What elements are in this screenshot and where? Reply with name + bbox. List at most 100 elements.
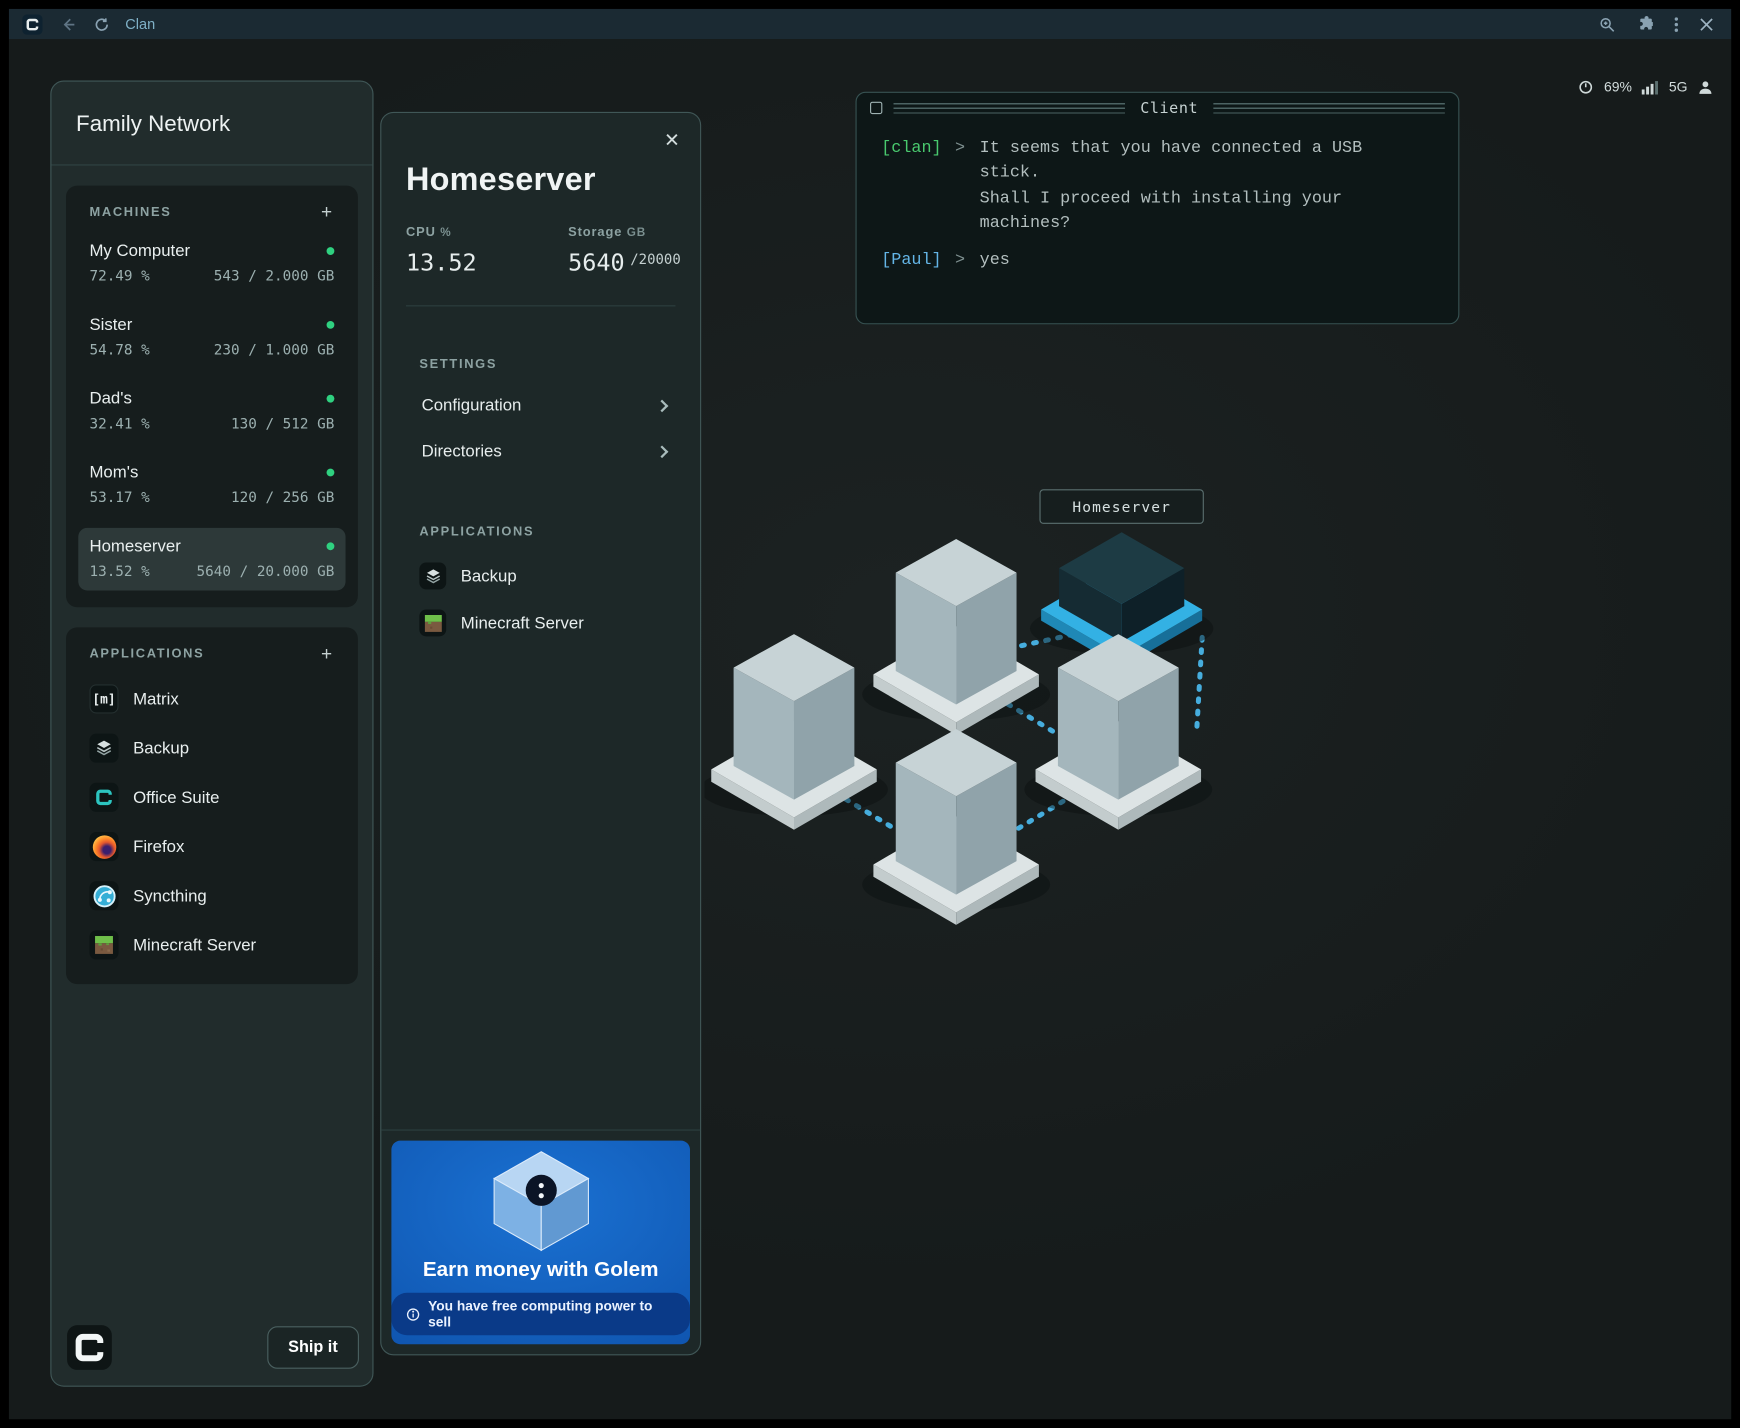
client-terminal-window: Client [clan] > It seems that you have c… xyxy=(855,92,1459,325)
application-item-minecraft-server[interactable]: Minecraft Server xyxy=(78,920,345,969)
terminal-title: Client xyxy=(1136,99,1203,117)
detail-app-backup[interactable]: Backup xyxy=(419,552,673,599)
info-icon xyxy=(406,1307,420,1322)
online-status-dot xyxy=(327,542,335,550)
menu-kebab-icon[interactable] xyxy=(1674,16,1678,32)
detail-applications-header: APPLICATIONS xyxy=(419,526,673,539)
user-icon xyxy=(1698,79,1714,95)
applications-header: APPLICATIONS xyxy=(89,647,204,660)
detail-title: Homeserver xyxy=(406,162,676,199)
chevron-right-icon xyxy=(656,445,669,458)
machine-item-dads[interactable]: Dad's 32.41 %130 / 512 GB xyxy=(78,380,345,443)
backup-icon xyxy=(419,563,446,590)
cpu-value: 13.52 xyxy=(406,249,568,276)
app-favicon xyxy=(22,14,42,34)
reload-icon[interactable] xyxy=(94,16,110,32)
prompt-clan: [clan] xyxy=(881,136,944,236)
add-application-button[interactable]: + xyxy=(319,644,335,663)
promo-badge: You have free computing power to sell xyxy=(391,1293,690,1335)
close-icon[interactable]: ✕ xyxy=(664,130,680,152)
application-item-office-suite[interactable]: Office Suite xyxy=(78,773,345,822)
detail-app-minecraft-server[interactable]: Minecraft Server xyxy=(419,599,673,646)
family-network-panel: Family Network MACHINES + My Computer 72… xyxy=(50,81,373,1387)
ship-it-button[interactable]: Ship it xyxy=(267,1326,359,1368)
configuration-row[interactable]: Configuration xyxy=(419,382,673,428)
panel-title: Family Network xyxy=(51,82,372,166)
machine-item-homeserver[interactable]: Homeserver 13.52 %5640 / 20.000 GB xyxy=(78,528,345,591)
minecraft-icon xyxy=(419,609,446,636)
syncthing-icon xyxy=(89,881,118,910)
detail-header: Homeserver CPU% 13.52 StorageGB 5640/200… xyxy=(381,113,700,306)
terminal-titlebar[interactable]: Client xyxy=(857,93,1459,123)
status-indicators: 69% 5G xyxy=(1578,79,1713,95)
vault-illustration xyxy=(457,1150,625,1253)
settings-header: SETTINGS xyxy=(419,358,673,371)
machines-header: MACHINES xyxy=(89,205,171,218)
online-status-dot xyxy=(327,321,335,329)
storage-value: 5640/20000 xyxy=(568,249,681,276)
backup-icon xyxy=(89,734,118,763)
online-status-dot xyxy=(327,395,335,403)
online-status-dot xyxy=(327,469,335,477)
prompt-paul: [Paul] xyxy=(881,248,944,273)
golem-promo-card[interactable]: Earn money with Golem You have free comp… xyxy=(391,1141,690,1345)
window-title: Clan xyxy=(125,16,155,33)
svg-text:Homeserver: Homeserver xyxy=(1072,500,1171,516)
cpu-usage: 32.41 % xyxy=(89,416,149,433)
cpu-usage: 54.78 % xyxy=(89,342,149,359)
titlebar-lines xyxy=(894,102,1125,113)
matrix-icon: [m] xyxy=(89,684,118,713)
terminal-message-clan: [clan] > It seems that you have connecte… xyxy=(881,136,1442,236)
sidebar-footer: Ship it xyxy=(67,1325,359,1370)
machines-section: MACHINES + My Computer 72.49 %543 / 2.00… xyxy=(66,186,358,608)
storage-usage: 230 / 1.000 GB xyxy=(214,342,335,359)
cpu-usage: 53.17 % xyxy=(89,490,149,507)
homeserver-detail-panel: ✕ Homeserver CPU% 13.52 StorageGB 5640/2… xyxy=(380,112,701,1356)
promo-area: Earn money with Golem You have free comp… xyxy=(381,1129,700,1354)
terminal-output: [clan] > It seems that you have connecte… xyxy=(857,123,1459,273)
cpu-stat: CPU% 13.52 xyxy=(406,226,568,276)
storage-usage: 5640 / 20.000 GB xyxy=(197,564,335,581)
diagram-node-label: Homeserver xyxy=(1040,490,1203,524)
add-machine-button[interactable]: + xyxy=(319,202,335,221)
app-window: Clan 69% 5G Family Networ xyxy=(0,0,1740,1428)
window-close-icon[interactable] xyxy=(1700,17,1713,30)
window-frame: Clan 69% 5G Family Networ xyxy=(9,9,1731,1419)
applications-section: APPLICATIONS + [m] Matrix Backup xyxy=(66,627,358,984)
cpu-usage: 13.52 % xyxy=(89,564,149,581)
extensions-icon[interactable] xyxy=(1636,16,1653,33)
office-suite-icon xyxy=(89,783,118,812)
battery-percent: 69% xyxy=(1604,79,1632,95)
storage-total: /20000 xyxy=(630,250,680,267)
promo-title: Earn money with Golem xyxy=(423,1257,659,1282)
titlebar-lines xyxy=(1214,102,1445,113)
machine-item-moms[interactable]: Mom's 53.17 %120 / 256 GB xyxy=(78,454,345,517)
network-diagram[interactable]: Homeserver xyxy=(705,481,1242,962)
application-item-firefox[interactable]: Firefox xyxy=(78,822,345,871)
app-content: 69% 5G Family Network MACHINES + My Comp… xyxy=(9,39,1731,1419)
browser-toolbar: Clan xyxy=(9,9,1731,39)
storage-usage: 130 / 512 GB xyxy=(231,416,334,433)
storage-usage: 543 / 2.000 GB xyxy=(214,268,335,285)
application-item-backup[interactable]: Backup xyxy=(78,724,345,773)
zoom-icon[interactable] xyxy=(1599,16,1615,32)
application-item-matrix[interactable]: [m] Matrix xyxy=(78,674,345,723)
application-item-syncthing[interactable]: Syncthing xyxy=(78,871,345,920)
clan-logo xyxy=(67,1325,112,1370)
terminal-window-icon[interactable] xyxy=(870,102,882,114)
gauge-icon xyxy=(1578,79,1594,95)
machine-item-my-computer[interactable]: My Computer 72.49 %543 / 2.000 GB xyxy=(78,233,345,296)
directories-row[interactable]: Directories xyxy=(419,428,673,474)
signal-bars-icon xyxy=(1642,79,1659,95)
machine-item-sister[interactable]: Sister 54.78 %230 / 1.000 GB xyxy=(78,306,345,369)
terminal-message-paul: [Paul] > yes xyxy=(881,248,1442,273)
online-status-dot xyxy=(327,247,335,255)
clan-c-icon xyxy=(26,17,39,30)
chevron-right-icon xyxy=(656,399,669,412)
storage-usage: 120 / 256 GB xyxy=(231,490,334,507)
storage-stat: StorageGB 5640/20000 xyxy=(568,226,681,276)
toolbar-actions xyxy=(1599,16,1731,33)
firefox-icon xyxy=(89,832,118,861)
minecraft-icon xyxy=(89,930,118,959)
back-icon[interactable] xyxy=(60,16,76,32)
